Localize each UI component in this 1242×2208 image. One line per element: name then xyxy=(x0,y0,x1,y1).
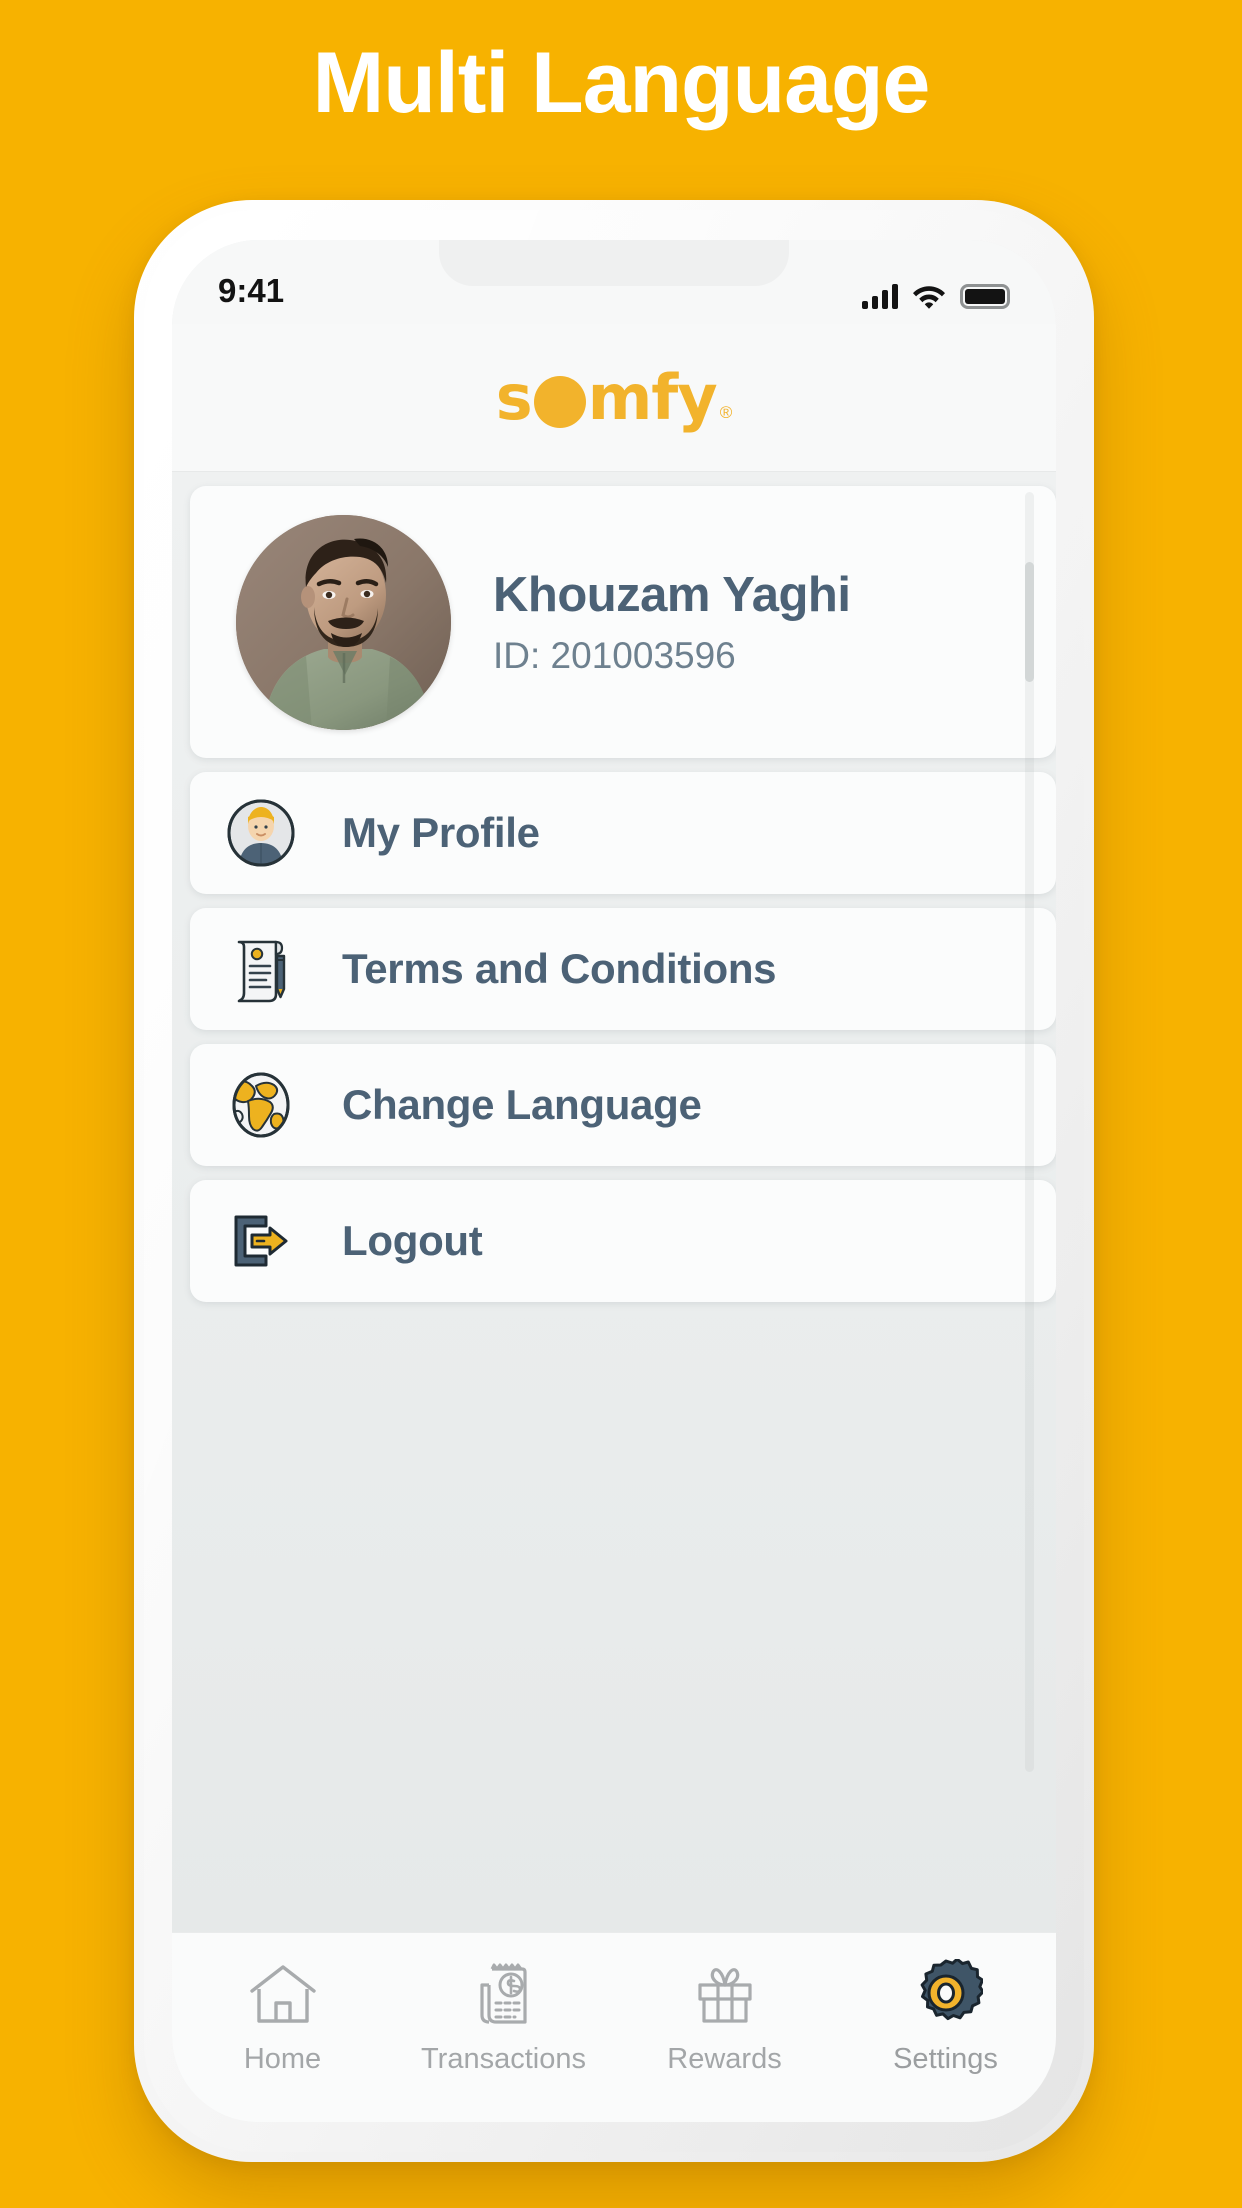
menu-item-terms-and-conditions[interactable]: Terms and Conditions xyxy=(190,908,1056,1030)
nav-item-label: Transactions xyxy=(421,2043,586,2075)
nav-item-transactions[interactable]: Transactions xyxy=(393,1955,614,2076)
receipt-dollar-icon xyxy=(467,1955,541,2033)
somfy-logo: s mfy ® xyxy=(495,360,733,434)
status-bar: 9:41 xyxy=(172,240,1056,324)
avatar xyxy=(236,514,451,730)
menu-item-label: Terms and Conditions xyxy=(342,945,777,992)
menu-item-logout[interactable]: Logout xyxy=(190,1180,1056,1302)
phone-notch xyxy=(439,240,789,286)
app-header: s mfy ® xyxy=(172,324,1056,472)
nav-item-settings[interactable]: Settings xyxy=(835,1955,1056,2076)
profile-name: Khouzam Yaghi xyxy=(493,568,851,623)
logo-text-suffix: mfy xyxy=(587,360,718,434)
logo-text: s mfy xyxy=(495,360,718,434)
nav-item-label: Home xyxy=(243,2043,322,2075)
scrollbar-track[interactable] xyxy=(1025,492,1034,1772)
scrollbar-thumb[interactable] xyxy=(1025,562,1034,682)
menu-item-label: Logout xyxy=(342,1217,483,1264)
phone-mockup-frame: 9:41 s mfy ® Khouzam Yaghi ID: 201003596… xyxy=(134,200,1094,2162)
bottom-navigation-bar: Home Transactions Rewards Settings xyxy=(172,1932,1056,2122)
nav-item-home[interactable]: Home xyxy=(172,1955,393,2076)
nav-item-rewards[interactable]: Rewards xyxy=(614,1955,835,2076)
profile-summary-card[interactable]: Khouzam Yaghi ID: 201003596 xyxy=(190,486,1056,758)
gift-box-icon xyxy=(688,1955,762,2033)
profile-id: ID: 201003596 xyxy=(493,634,736,676)
globe-icon xyxy=(224,1068,298,1142)
menu-item-label: My Profile xyxy=(342,809,540,856)
battery-full-icon xyxy=(960,284,1010,309)
document-pen-icon xyxy=(224,932,298,1006)
menu-item-change-language[interactable]: Change Language xyxy=(190,1044,1056,1166)
user-avatar-icon xyxy=(224,796,298,870)
nav-item-label: Rewards xyxy=(667,2043,782,2075)
cellular-signal-icon xyxy=(862,283,898,309)
menu-item-my-profile[interactable]: My Profile xyxy=(190,772,1056,894)
logo-o-circle-icon xyxy=(533,375,586,428)
settings-content: Khouzam Yaghi ID: 201003596 My Profile T… xyxy=(172,472,1056,1932)
status-bar-icons xyxy=(862,283,1010,312)
wifi-icon xyxy=(913,286,945,309)
phone-screen: 9:41 s mfy ® Khouzam Yaghi ID: 201003596… xyxy=(172,240,1056,2122)
status-bar-time: 9:41 xyxy=(218,272,285,309)
logout-arrow-icon xyxy=(224,1204,298,1278)
menu-item-label: Change Language xyxy=(342,1081,702,1128)
logo-text-prefix: s xyxy=(495,360,533,434)
registered-trademark-icon: ® xyxy=(719,402,733,422)
nav-item-label: Settings xyxy=(893,2043,998,2075)
home-icon xyxy=(246,1955,320,2033)
gear-icon xyxy=(909,1955,983,2033)
profile-text-block: Khouzam Yaghi ID: 201003596 xyxy=(493,567,851,676)
page-title: Multi Language xyxy=(312,35,931,131)
